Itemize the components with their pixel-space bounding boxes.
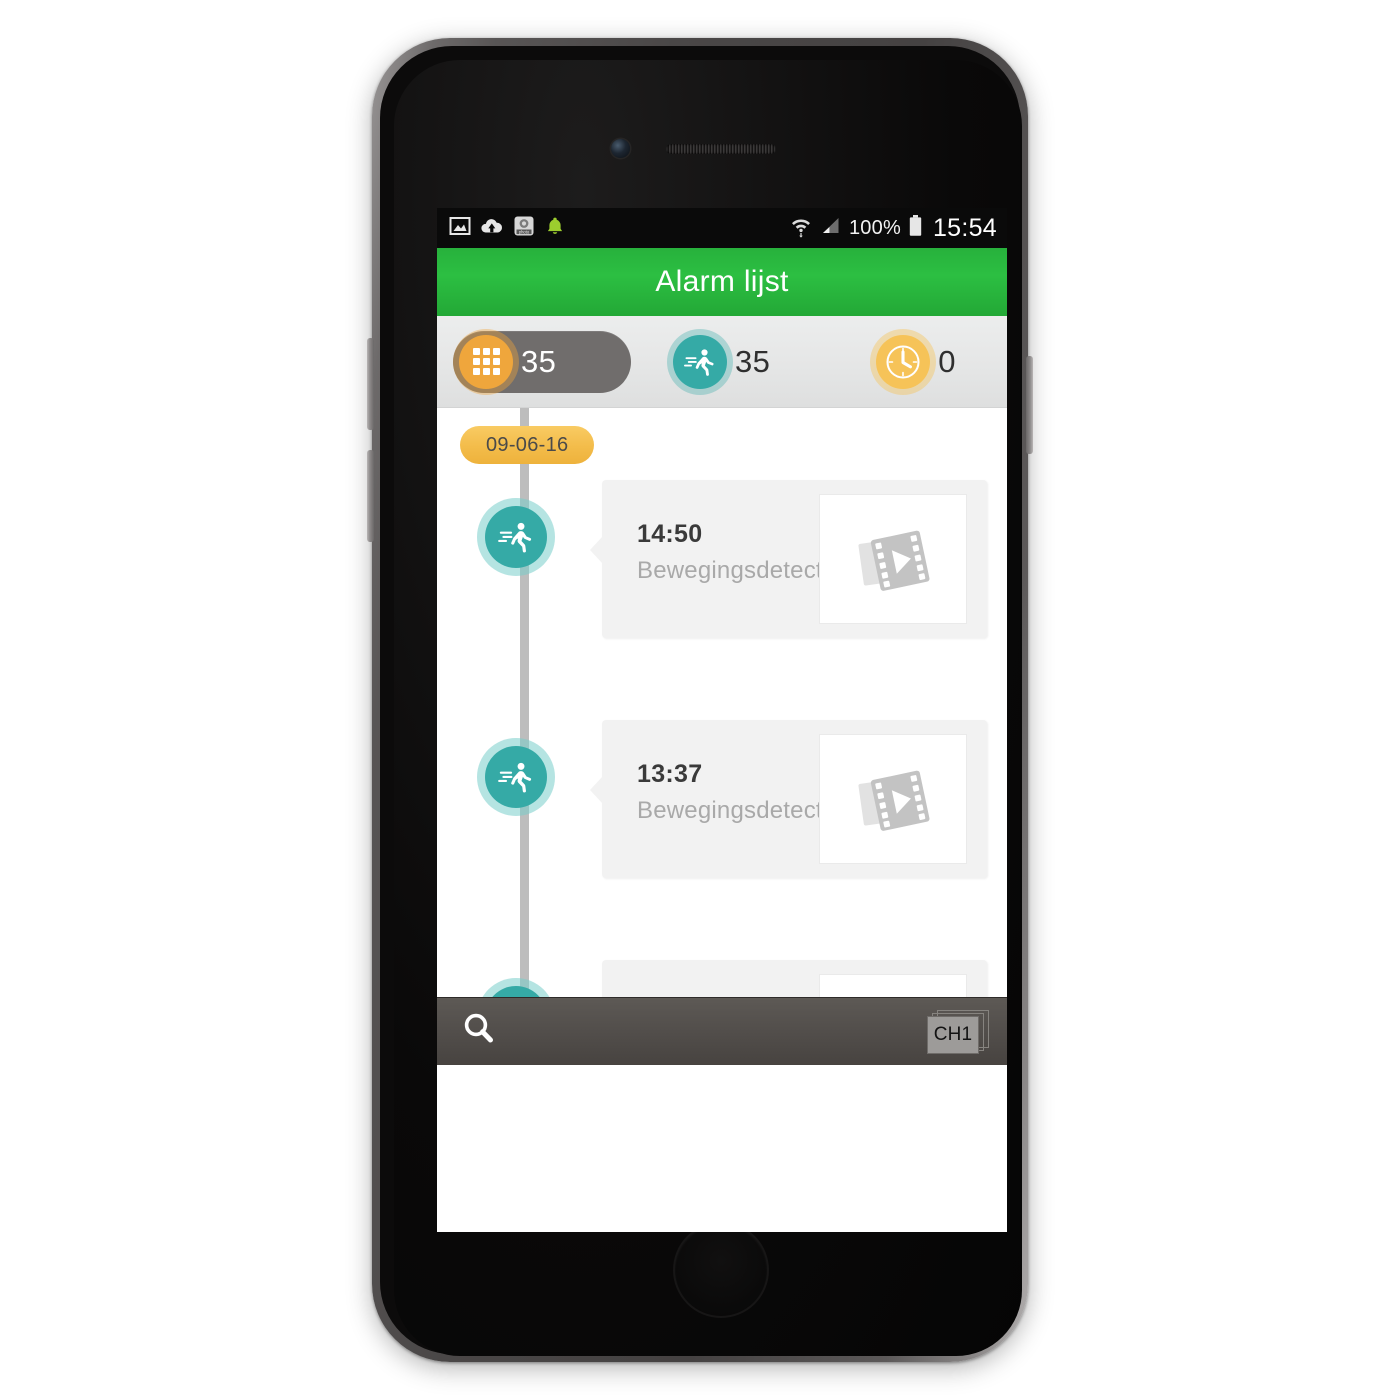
cellular-signal-icon — [820, 215, 842, 242]
battery-full-icon — [908, 214, 923, 243]
status-bar: photo 100% 15:54 — [437, 208, 1007, 248]
running-person-icon — [485, 986, 547, 997]
event-time: 13:37 — [637, 760, 703, 788]
phone-screen: photo 100% 15:54 Alarm lijst 35 35 0 09-… — [437, 208, 1007, 1232]
event-time: 14:50 — [637, 520, 703, 548]
phone-bezel: photo 100% 15:54 Alarm lijst 35 35 0 09-… — [380, 46, 1022, 1356]
gallery-icon — [449, 215, 471, 242]
wifi-icon — [789, 214, 813, 243]
status-bar-system: 100% 15:54 — [789, 214, 997, 243]
video-placeholder-icon — [858, 530, 930, 591]
status-bar-notifications: photo — [449, 215, 566, 242]
phone-device: photo 100% 15:54 Alarm lijst 35 35 0 09-… — [367, 38, 1033, 1362]
filter-count-motion: 35 — [735, 343, 771, 379]
running-person-icon — [673, 334, 727, 389]
front-camera-icon — [611, 139, 630, 158]
battery-percent-label: 100% — [848, 216, 901, 239]
filter-tab-schedule[interactable]: 0 — [870, 331, 978, 393]
event-thumbnail[interactable] — [819, 734, 967, 864]
running-person-icon — [485, 746, 547, 808]
running-person-icon — [485, 506, 547, 568]
list-item[interactable]: 13:35 Bewegingsdetectie — [437, 960, 1007, 997]
event-type-label: Bewegingsdetectie — [637, 557, 842, 584]
channel-selector-button[interactable]: CH1 — [927, 1010, 989, 1056]
svg-text:photo: photo — [519, 229, 530, 234]
event-type-label: Bewegingsdetectie — [637, 797, 842, 824]
power-button[interactable] — [1026, 356, 1033, 454]
filter-bar: 35 35 0 — [437, 316, 1007, 408]
card-pointer — [590, 776, 603, 804]
bell-icon — [544, 215, 566, 242]
earpiece-speaker — [666, 144, 776, 154]
list-item[interactable]: 13:37 Bewegingsdetectie — [437, 720, 1007, 878]
app-header: Alarm lijst — [437, 248, 1007, 316]
page-title: Alarm lijst — [655, 265, 789, 298]
card-pointer — [590, 536, 603, 564]
event-card[interactable]: 14:50 Bewegingsdetectie — [590, 480, 987, 638]
filter-tab-all[interactable]: 35 — [453, 330, 631, 393]
timeline-date-badge: 09-06-16 — [460, 426, 595, 464]
screenshot-canvas: photo 100% 15:54 Alarm lijst 35 35 0 09-… — [0, 0, 1400, 1400]
video-placeholder-icon — [858, 770, 930, 831]
cloud-upload-icon — [480, 215, 504, 242]
filter-count-schedule: 0 — [938, 343, 956, 379]
phone-glass: photo 100% 15:54 Alarm lijst 35 35 0 09-… — [394, 60, 1022, 1356]
photo-app-icon: photo — [513, 215, 535, 242]
bottom-toolbar: CH1 — [437, 997, 1007, 1065]
alarm-event-list[interactable]: 09-06-16 14:50 Bewegingsdetectie 13:37 B… — [437, 408, 1007, 997]
search-icon[interactable] — [459, 1009, 499, 1054]
volume-up-button[interactable] — [367, 338, 374, 430]
event-thumbnail[interactable] — [819, 974, 967, 997]
channel-label: CH1 — [927, 1016, 979, 1054]
event-card[interactable]: 13:37 Bewegingsdetectie — [590, 720, 987, 878]
event-card[interactable]: 13:35 Bewegingsdetectie — [602, 960, 987, 997]
clock-icon — [876, 334, 931, 389]
list-item[interactable]: 14:50 Bewegingsdetectie — [437, 480, 1007, 638]
grid-icon — [459, 334, 513, 389]
event-thumbnail[interactable] — [819, 494, 967, 624]
event-text: 13:37 Bewegingsdetectie — [637, 760, 842, 825]
event-text: 14:50 Bewegingsdetectie — [637, 520, 842, 585]
filter-count-all: 35 — [521, 343, 557, 379]
volume-down-button[interactable] — [367, 450, 374, 542]
home-button[interactable] — [673, 1222, 769, 1318]
status-bar-clock: 15:54 — [932, 213, 997, 242]
filter-tab-motion[interactable]: 35 — [667, 331, 792, 393]
